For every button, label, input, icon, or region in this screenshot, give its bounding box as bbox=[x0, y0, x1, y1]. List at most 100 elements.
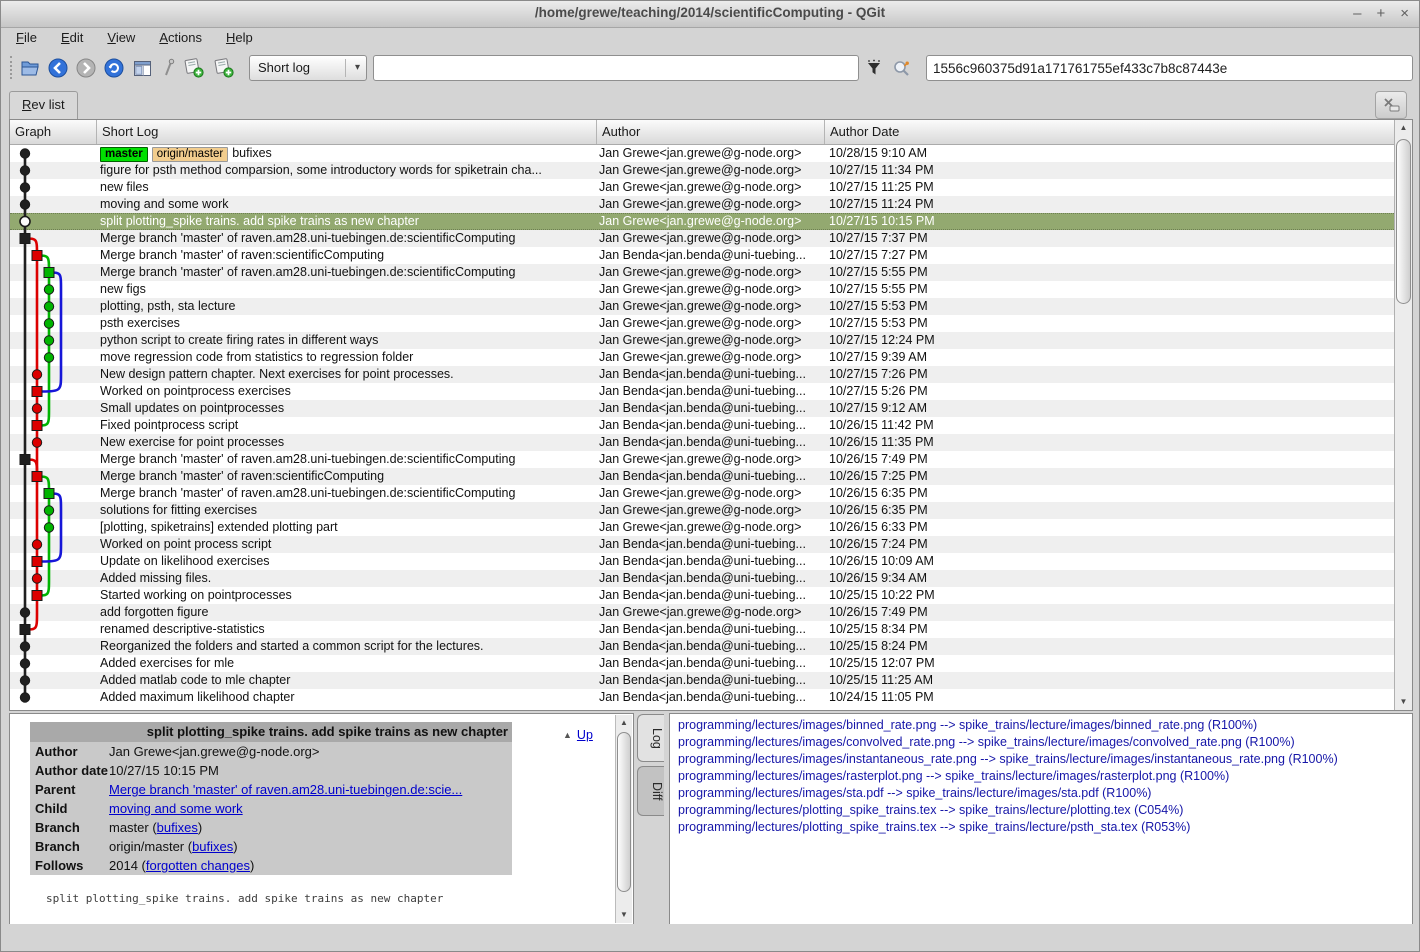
reload-button[interactable] bbox=[101, 55, 127, 81]
commit-link[interactable]: bufixes bbox=[192, 839, 233, 854]
column-header-shortlog[interactable]: Short Log bbox=[97, 120, 597, 144]
scroll-up-icon[interactable]: ▲ bbox=[1395, 120, 1412, 136]
tab-log[interactable]: Log bbox=[637, 714, 664, 762]
sha-input[interactable] bbox=[926, 55, 1413, 81]
scroll-down-icon[interactable]: ▼ bbox=[616, 907, 632, 923]
file-rename-entry[interactable]: programming/lectures/images/binned_rate.… bbox=[678, 717, 1412, 734]
commit-row[interactable]: Added matlab code to mle chapterJan Bend… bbox=[10, 672, 1394, 689]
menu-item[interactable]: File bbox=[7, 28, 46, 51]
scroll-up-icon[interactable]: ▲ bbox=[616, 715, 632, 731]
commit-row[interactable]: Small updates on pointprocessesJan Benda… bbox=[10, 400, 1394, 417]
commit-row[interactable]: Merge branch 'master' of raven.am28.uni-… bbox=[10, 451, 1394, 468]
open-repository-button[interactable] bbox=[17, 55, 43, 81]
toolbar-handle[interactable] bbox=[10, 56, 12, 79]
menu-item[interactable]: Edit bbox=[52, 28, 92, 51]
commit-row[interactable]: moving and some workJan Grewe<jan.grewe@… bbox=[10, 196, 1394, 213]
maximize-button[interactable]: + bbox=[1376, 4, 1385, 23]
close-button[interactable]: × bbox=[1400, 4, 1409, 23]
scroll-down-icon[interactable]: ▼ bbox=[1395, 694, 1412, 710]
commit-row[interactable]: [plotting, spiketrains] extended plottin… bbox=[10, 519, 1394, 536]
commit-row[interactable]: Added maximum likelihood chapterJan Bend… bbox=[10, 689, 1394, 706]
commit-row[interactable]: Merge branch 'master' of raven:scientifi… bbox=[10, 247, 1394, 264]
commit-row[interactable]: New design pattern chapter. Next exercis… bbox=[10, 366, 1394, 383]
view-toggle-button[interactable] bbox=[129, 55, 155, 81]
menu-item[interactable]: Actions bbox=[150, 28, 211, 51]
apply-patch-button[interactable] bbox=[211, 55, 237, 81]
tab-rev-list[interactable]: Rev list bbox=[9, 91, 78, 119]
file-rename-entry[interactable]: programming/lectures/plotting_spike_trai… bbox=[678, 802, 1412, 819]
commit-row[interactable]: plotting, psth, sta lectureJan Grewe<jan… bbox=[10, 298, 1394, 315]
up-button[interactable]: ▲ Up bbox=[557, 726, 599, 744]
file-rename-entry[interactable]: programming/lectures/images/instantaneou… bbox=[678, 751, 1412, 768]
commit-link[interactable]: bufixes bbox=[157, 820, 198, 835]
commit-row[interactable]: Worked on pointprocess exercisesJan Bend… bbox=[10, 383, 1394, 400]
filter-tree-button[interactable] bbox=[863, 55, 885, 81]
commit-row[interactable]: split plotting_spike trains. add spike t… bbox=[10, 213, 1394, 230]
scrollbar-thumb[interactable] bbox=[617, 732, 631, 892]
file-rename-entry[interactable]: programming/lectures/images/rasterplot.p… bbox=[678, 768, 1412, 785]
commit-row[interactable]: Reorganized the folders and started a co… bbox=[10, 638, 1394, 655]
menu-item[interactable]: View bbox=[98, 28, 144, 51]
view-mode-select[interactable]: Short log ▾ bbox=[249, 55, 367, 81]
commit-row[interactable]: new filesJan Grewe<jan.grewe@g-node.org>… bbox=[10, 179, 1394, 196]
commit-row[interactable]: New exercise for point processesJan Bend… bbox=[10, 434, 1394, 451]
shortlog-cell: Added exercises for mle bbox=[97, 655, 597, 672]
commit-row[interactable]: Update on likelihood exercisesJan Benda<… bbox=[10, 553, 1394, 570]
pin-tool-button[interactable] bbox=[155, 55, 181, 81]
commit-link[interactable]: moving and some work bbox=[109, 801, 243, 816]
commit-row[interactable]: psth exercisesJan Grewe<jan.grewe@g-node… bbox=[10, 315, 1394, 332]
commit-row[interactable]: solutions for fitting exercisesJan Grewe… bbox=[10, 502, 1394, 519]
column-header-author-date[interactable]: Author Date bbox=[825, 120, 1394, 144]
commit-row[interactable]: Merge branch 'master' of raven.am28.uni-… bbox=[10, 264, 1394, 281]
commit-row[interactable]: Fixed pointprocess scriptJan Benda<jan.b… bbox=[10, 417, 1394, 434]
detail-scrollbar[interactable]: ▲ ▼ bbox=[615, 715, 632, 923]
commit-row[interactable]: Added exercises for mleJan Benda<jan.ben… bbox=[10, 655, 1394, 672]
commit-row[interactable]: masterorigin/masterbufixesJan Grewe<jan.… bbox=[10, 145, 1394, 162]
back-button[interactable] bbox=[45, 55, 71, 81]
tab-diff[interactable]: Diff bbox=[637, 766, 664, 816]
author-cell: Jan Benda<jan.benda@uni-tuebing... bbox=[597, 400, 825, 417]
graph-cell bbox=[10, 145, 97, 162]
menu-item[interactable]: Help bbox=[217, 28, 262, 51]
highlight-search-button[interactable] bbox=[889, 55, 915, 81]
forward-button[interactable] bbox=[73, 55, 99, 81]
shortlog-cell: New exercise for point processes bbox=[97, 434, 597, 451]
file-rename-entry[interactable]: programming/lectures/plotting_spike_trai… bbox=[678, 819, 1412, 836]
commit-row[interactable]: Started working on pointprocessesJan Ben… bbox=[10, 587, 1394, 604]
revlist-scrollbar[interactable]: ▲ ▼ bbox=[1394, 120, 1412, 710]
commit-message: new figs bbox=[100, 282, 146, 296]
commit-row[interactable]: move regression code from statistics to … bbox=[10, 349, 1394, 366]
up-link[interactable]: Up bbox=[577, 728, 593, 742]
commit-link[interactable]: forgotten changes bbox=[146, 858, 250, 873]
commit-link[interactable]: Merge branch 'master' of raven.am28.uni-… bbox=[109, 782, 462, 797]
commit-row[interactable]: add forgotten figureJan Grewe<jan.grewe@… bbox=[10, 604, 1394, 621]
commit-message: split plotting_spike trains. add spike t… bbox=[100, 214, 419, 228]
save-patch-button[interactable] bbox=[181, 55, 207, 81]
detach-tab-button[interactable] bbox=[1375, 91, 1407, 119]
file-rename-entry[interactable]: programming/lectures/images/convolved_ra… bbox=[678, 734, 1412, 751]
commit-row[interactable]: Merge branch 'master' of raven.am28.uni-… bbox=[10, 230, 1394, 247]
filter-input[interactable] bbox=[373, 55, 859, 81]
shortlog-cell: Update on likelihood exercises bbox=[97, 553, 597, 570]
minimize-button[interactable]: – bbox=[1353, 4, 1361, 23]
commit-row[interactable]: Added missing files.Jan Benda<jan.benda@… bbox=[10, 570, 1394, 587]
commit-row[interactable]: Merge branch 'master' of raven.am28.uni-… bbox=[10, 485, 1394, 502]
commit-row[interactable]: renamed descriptive-statisticsJan Benda<… bbox=[10, 621, 1394, 638]
scrollbar-thumb[interactable] bbox=[1396, 139, 1411, 304]
commit-row[interactable]: Worked on point process scriptJan Benda<… bbox=[10, 536, 1394, 553]
author-cell: Jan Benda<jan.benda@uni-tuebing... bbox=[597, 638, 825, 655]
author-cell: Jan Benda<jan.benda@uni-tuebing... bbox=[597, 587, 825, 604]
commit-row[interactable]: Merge branch 'master' of raven:scientifi… bbox=[10, 468, 1394, 485]
file-rename-entry[interactable]: programming/lectures/images/sta.pdf --> … bbox=[678, 785, 1412, 802]
column-header-author[interactable]: Author bbox=[597, 120, 825, 144]
commit-row[interactable]: new figsJan Grewe<jan.grewe@g-node.org>1… bbox=[10, 281, 1394, 298]
commit-row[interactable]: figure for psth method comparsion, some … bbox=[10, 162, 1394, 179]
graph-cell bbox=[10, 383, 97, 400]
date-cell: 10/27/15 10:15 PM bbox=[825, 214, 1394, 229]
column-header-graph[interactable]: Graph bbox=[10, 120, 97, 144]
commit-message: Merge branch 'master' of raven.am28.uni-… bbox=[100, 486, 515, 500]
titlebar[interactable]: /home/grewe/teaching/2014/scientificComp… bbox=[1, 1, 1419, 28]
commit-row[interactable]: python script to create firing rates in … bbox=[10, 332, 1394, 349]
author-cell: Jan Benda<jan.benda@uni-tuebing... bbox=[597, 553, 825, 570]
shortlog-cell: figure for psth method comparsion, some … bbox=[97, 162, 597, 179]
